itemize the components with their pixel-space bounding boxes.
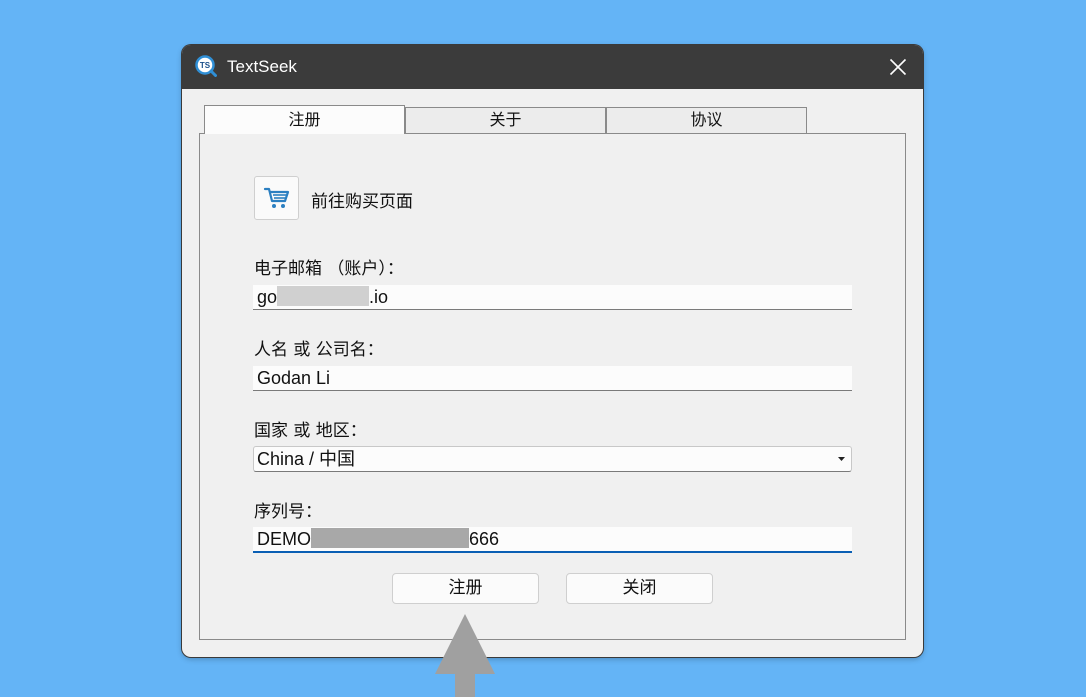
title-bar[interactable]: TS TextSeek — [182, 45, 923, 89]
serial-number-field[interactable]: DEMO 666 — [253, 527, 852, 553]
tab-about[interactable]: 关于 — [405, 107, 606, 133]
redacted-block — [277, 286, 370, 306]
name-label: 人名 或 公司名： — [254, 340, 384, 360]
redacted-block — [311, 528, 469, 548]
chevron-down-icon — [838, 457, 845, 461]
serial-value-end: 666 — [469, 529, 500, 549]
registration-window: TS TextSeek 注册 关于 协议 前往购买页面 电子邮箱 （账户）： g… — [182, 45, 923, 657]
serial-label: 序列号： — [254, 502, 322, 522]
name-field[interactable]: Godan Li — [253, 366, 852, 391]
close-icon — [889, 58, 907, 76]
window-close-button[interactable] — [873, 45, 923, 89]
email-value-start: go — [257, 287, 278, 307]
ts-logo-icon: TS — [195, 55, 217, 77]
shopping-cart-icon — [263, 187, 289, 208]
go-to-purchase-button[interactable] — [254, 176, 299, 220]
email-value-end: .io — [369, 287, 389, 307]
register-button[interactable]: 注册 — [392, 573, 539, 604]
svg-text:TS: TS — [200, 61, 211, 70]
register-tab-panel: 前往购买页面 电子邮箱 （账户）： go .io 人名 或 公司名： Godan … — [199, 133, 906, 640]
tab-register[interactable]: 注册 — [204, 105, 405, 134]
country-label: 国家 或 地区： — [254, 421, 367, 441]
email-field[interactable]: go .io — [253, 285, 852, 310]
close-button[interactable]: 关闭 — [566, 573, 713, 604]
up-arrow-icon — [435, 614, 495, 697]
purchase-page-label: 前往购买页面 — [311, 192, 413, 212]
window-title: TextSeek — [227, 57, 297, 76]
serial-value-start: DEMO — [257, 529, 311, 549]
country-select[interactable]: China / 中国 — [253, 446, 852, 472]
tab-agreement[interactable]: 协议 — [606, 107, 807, 133]
email-label: 电子邮箱 （账户）： — [254, 259, 404, 279]
country-selected-value: China / 中国 — [257, 449, 356, 469]
